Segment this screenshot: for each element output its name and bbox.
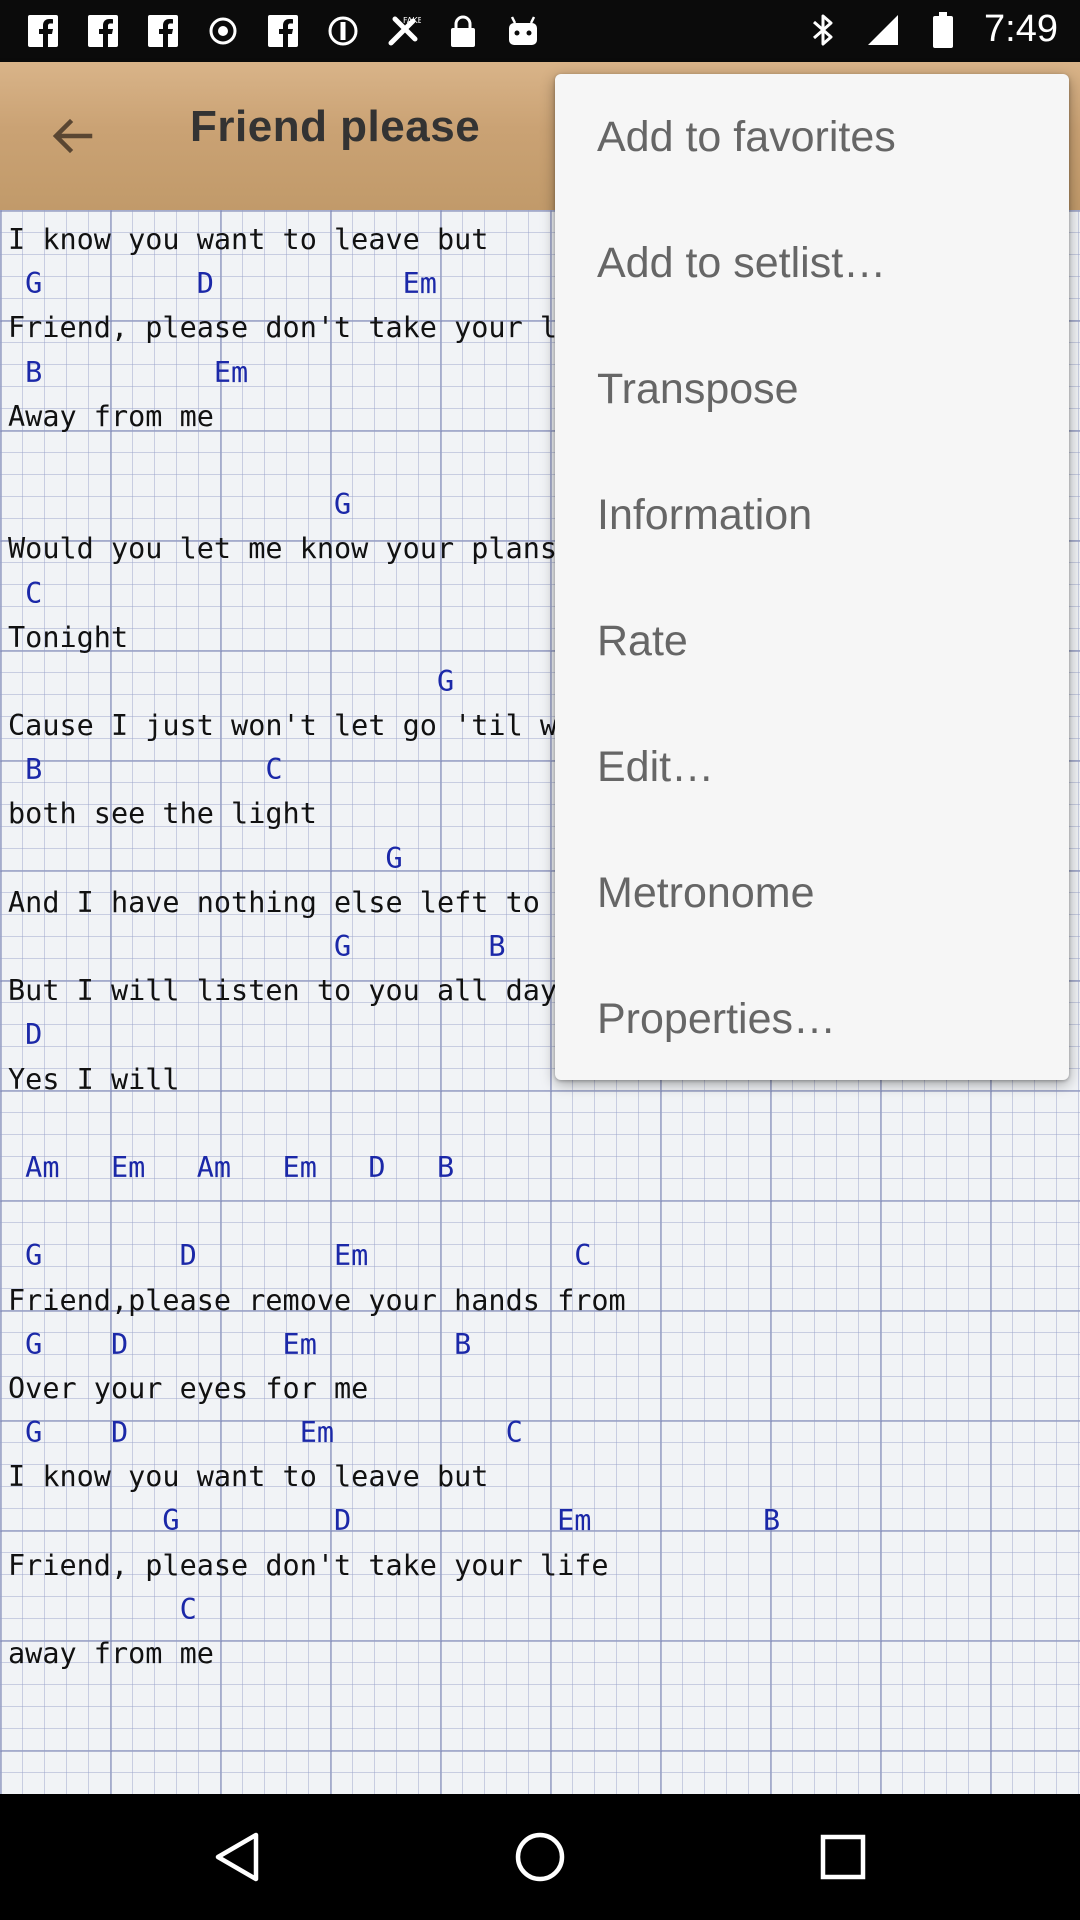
blank-line	[8, 1190, 780, 1234]
menu-item-add-to-favorites[interactable]: Add to favorites	[555, 74, 1069, 200]
chord-line: G D Em B	[8, 1504, 781, 1538]
lyric-line: I know you want to leave but	[8, 1460, 489, 1494]
facebook-icon	[84, 12, 122, 50]
menu-item-transpose[interactable]: Transpose	[555, 326, 1069, 452]
lyric-line: Friend,please remove your hands from	[8, 1283, 626, 1317]
menu-item-properties[interactable]: Properties…	[555, 956, 1069, 1082]
settings-dot-icon	[204, 12, 242, 50]
menu-item-edit[interactable]: Edit…	[555, 704, 1069, 830]
blocked-icon	[324, 12, 362, 50]
chord-line: C	[8, 1592, 197, 1626]
back-arrow-icon[interactable]	[40, 104, 104, 168]
status-bar: FAKE 7:49	[0, 0, 1080, 62]
facebook-icon	[264, 12, 302, 50]
chord-line: Am Em Am Em D B	[8, 1150, 455, 1184]
android-icon	[504, 12, 542, 50]
chord-line: G D Em C	[8, 1239, 592, 1273]
lyric-line: Friend, please don't take your life	[8, 1548, 609, 1582]
menu-item-add-to-setlist[interactable]: Add to setlist…	[555, 200, 1069, 326]
page-title: Friend please	[190, 102, 481, 151]
overflow-menu: Add to favorites Add to setlist… Transpo…	[555, 74, 1069, 1080]
svg-text:FAKE: FAKE	[403, 16, 421, 25]
navigation-bar	[0, 1794, 1080, 1920]
notification-icons: FAKE	[24, 12, 542, 50]
facebook-icon	[24, 12, 62, 50]
lock-icon	[444, 12, 482, 50]
chord-line: G D Em C	[8, 1416, 523, 1450]
lyric-line: Over your eyes for me	[8, 1371, 369, 1405]
system-icons: 7:49	[804, 8, 1058, 51]
bluetooth-icon	[804, 11, 842, 49]
menu-item-metronome[interactable]: Metronome	[555, 830, 1069, 956]
recents-square-icon[interactable]	[808, 1822, 878, 1892]
blank-line	[8, 1102, 780, 1146]
home-circle-icon[interactable]	[505, 1822, 575, 1892]
menu-item-information[interactable]: Information	[555, 452, 1069, 578]
chord-line: G D Em B	[8, 1327, 472, 1361]
lyric-line: away from me	[8, 1637, 214, 1670]
facebook-icon	[144, 12, 182, 50]
signal-icon	[864, 11, 902, 49]
back-triangle-icon[interactable]	[202, 1822, 272, 1892]
clock: 7:49	[984, 8, 1058, 50]
location-fake-icon: FAKE	[384, 12, 422, 50]
menu-item-rate[interactable]: Rate	[555, 578, 1069, 704]
battery-icon	[924, 11, 962, 49]
